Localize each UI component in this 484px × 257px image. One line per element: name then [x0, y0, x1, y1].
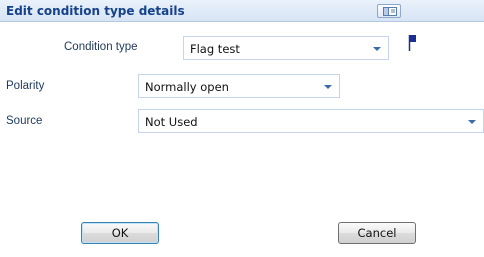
condition-type-select[interactable]: Flag test [183, 36, 389, 60]
title-bar: Edit condition type details [0, 0, 484, 22]
title-bar-button[interactable] [377, 4, 401, 18]
chevron-down-icon[interactable] [373, 47, 381, 51]
polarity-select[interactable]: Normally open [138, 74, 340, 98]
ok-button[interactable]: OK [81, 222, 159, 244]
polarity-label: Polarity [6, 80, 45, 92]
chevron-down-icon[interactable] [324, 85, 332, 89]
window-restore-icon [383, 7, 397, 16]
condition-type-label: Condition type [64, 41, 138, 53]
flag-icon [408, 35, 416, 51]
source-value: Not Used [145, 115, 198, 129]
cancel-button[interactable]: Cancel [338, 222, 416, 244]
source-label: Source [6, 115, 43, 127]
source-select[interactable]: Not Used [138, 109, 484, 133]
dialog-title: Edit condition type details [6, 4, 185, 18]
condition-type-value: Flag test [190, 42, 240, 56]
chevron-down-icon[interactable] [468, 120, 476, 124]
polarity-value: Normally open [145, 80, 229, 94]
edit-condition-dialog: Edit condition type details Condition ty… [0, 0, 484, 257]
